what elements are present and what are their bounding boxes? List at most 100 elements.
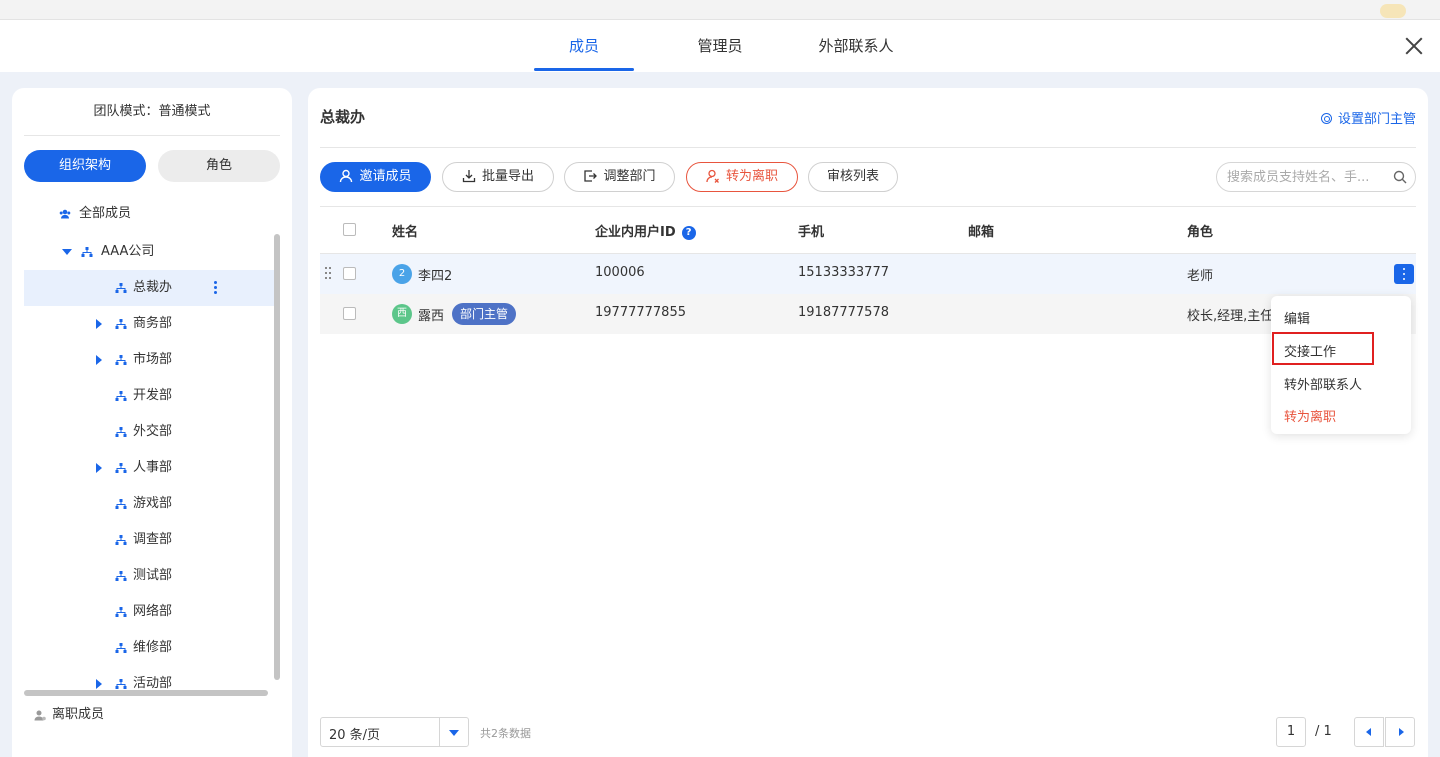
select-all-checkbox[interactable]	[343, 223, 356, 236]
avatar: 2	[392, 264, 412, 284]
header-tabs: 成员 管理员 外部联系人	[0, 20, 1440, 72]
org-icon	[115, 319, 127, 329]
vertical-scrollbar[interactable]	[274, 234, 280, 680]
search-icon[interactable]	[1393, 170, 1407, 184]
row-checkbox[interactable]	[343, 267, 356, 280]
team-mode-label: 团队模式：普通模式	[24, 88, 280, 136]
tree-item-dept[interactable]: 外交部	[24, 414, 274, 450]
tree-label: 调查部	[133, 532, 173, 547]
table-row[interactable]: 2 李四2 100006 15133333777 老师	[320, 254, 1416, 294]
tree-label: 活动部	[133, 676, 173, 690]
move-icon	[584, 170, 598, 182]
col-header-uid-label: 企业内用户ID	[595, 225, 676, 240]
page-total: / 1	[1315, 724, 1332, 739]
search-input[interactable]	[1227, 167, 1387, 187]
expand-arrow-icon[interactable]	[96, 679, 102, 689]
review-list-button[interactable]: 审核列表	[808, 162, 898, 192]
tree-label: 网络部	[133, 604, 173, 619]
next-page-button[interactable]	[1385, 717, 1415, 747]
tree-item-dept[interactable]: 网络部	[24, 594, 274, 630]
to-resign-button[interactable]: 转为离职	[686, 162, 798, 192]
dept-head-badge: 部门主管	[452, 303, 517, 325]
page-number-input[interactable]: 1	[1276, 717, 1306, 747]
collapse-arrow-icon[interactable]	[62, 249, 72, 255]
menu-item-to-resign[interactable]: 转为离职	[1284, 406, 1336, 425]
tree-label: 人事部	[133, 460, 173, 475]
chevron-down-icon[interactable]	[439, 718, 469, 746]
tree-label: 商务部	[133, 316, 173, 331]
group-icon	[59, 209, 71, 219]
left-members-item[interactable]: 离职成员	[34, 704, 104, 726]
tree-item-dept[interactable]: 游戏部	[24, 486, 274, 522]
tab-external-contacts[interactable]: 外部联系人	[800, 20, 912, 72]
set-dept-head-label: 设置部门主管	[1337, 112, 1416, 127]
tree-item-dept[interactable]: 测试部	[24, 558, 274, 594]
browser-top-strip	[0, 0, 1440, 20]
org-icon	[115, 427, 127, 437]
tree-item-dept[interactable]: 人事部	[24, 450, 274, 486]
expand-arrow-icon[interactable]	[96, 319, 102, 329]
invite-member-label: 邀请成员	[359, 169, 412, 184]
col-header-uid: 企业内用户ID?	[595, 221, 696, 240]
tree-label: AAA公司	[101, 244, 155, 259]
col-header-email: 邮箱	[968, 225, 995, 240]
batch-export-button[interactable]: 批量导出	[442, 162, 554, 192]
tree-item-dept[interactable]: 开发部	[24, 378, 274, 414]
expand-arrow-icon[interactable]	[96, 463, 102, 473]
row-more-button[interactable]	[1394, 264, 1414, 284]
batch-export-label: 批量导出	[481, 169, 534, 184]
seg-org-structure[interactable]: 组织架构	[24, 150, 146, 182]
org-icon	[115, 391, 127, 401]
table-row[interactable]: 西 露西 部门主管 19777777855 19187777578 校长,经理,…	[320, 294, 1416, 334]
seg-role[interactable]: 角色	[158, 150, 280, 182]
page-size-select[interactable]: 20 条/页	[320, 717, 469, 747]
avatar: 西	[392, 304, 412, 324]
tree-item-dept[interactable]: 调查部	[24, 522, 274, 558]
expand-arrow-icon[interactable]	[96, 355, 102, 365]
tree-item-dept[interactable]: 维修部	[24, 630, 274, 666]
person-remove-icon	[706, 169, 719, 183]
tree-item-all-members[interactable]: 全部成员	[24, 196, 274, 232]
menu-item-to-external[interactable]: 转外部联系人	[1284, 374, 1362, 393]
tree-label: 开发部	[133, 388, 173, 403]
member-role: 校长,经理,主任	[1187, 309, 1274, 324]
member-role: 老师	[1187, 269, 1214, 284]
download-icon	[462, 170, 476, 183]
tree-label: 总裁办	[133, 280, 173, 295]
horizontal-scrollbar[interactable]	[24, 690, 268, 696]
tree-item-company[interactable]: AAA公司	[24, 234, 274, 270]
org-icon	[81, 247, 93, 257]
total-count: 共2条数据	[480, 727, 531, 740]
adjust-dept-button[interactable]: 调整部门	[564, 162, 675, 192]
set-dept-head-link[interactable]: 设置部门主管	[1320, 108, 1416, 127]
tree-label: 测试部	[133, 568, 173, 583]
tab-admins[interactable]: 管理员	[670, 20, 770, 72]
invite-member-button[interactable]: 邀请成员	[320, 162, 431, 192]
tree-label: 外交部	[133, 424, 173, 439]
prev-page-button[interactable]	[1354, 717, 1384, 747]
member-name: 李四2	[418, 269, 453, 284]
drag-handle-icon[interactable]	[325, 267, 331, 281]
sidebar: 团队模式：普通模式 组织架构 角色 全部成员 AAA公司 总裁办 商务部 市场部…	[12, 88, 292, 757]
menu-item-edit[interactable]: 编辑	[1284, 308, 1310, 327]
page-title: 总裁办	[320, 108, 366, 126]
tree-item-dept-zongcaiban[interactable]: 总裁办	[24, 270, 274, 306]
member-phone: 15133333777	[798, 265, 889, 280]
row-checkbox[interactable]	[343, 307, 356, 320]
close-icon[interactable]	[1402, 34, 1426, 58]
menu-item-handover[interactable]: 交接工作	[1284, 341, 1336, 360]
tab-members[interactable]: 成员	[534, 20, 634, 72]
help-icon[interactable]: ?	[681, 226, 696, 240]
more-vertical-icon[interactable]	[214, 281, 218, 295]
main-panel: 总裁办 设置部门主管 邀请成员 批量导出 调整部门 转为离职 审核列表 姓名 企…	[308, 88, 1428, 757]
tree-item-dept[interactable]: 商务部	[24, 306, 274, 342]
divider	[320, 147, 1416, 148]
tree-label: 全部成员	[79, 206, 132, 221]
tree-item-dept[interactable]: 市场部	[24, 342, 274, 378]
active-tab-indicator	[534, 68, 634, 71]
org-icon	[115, 463, 127, 473]
row-action-menu: 编辑 交接工作 转外部联系人 转为离职	[1271, 296, 1411, 434]
tree-item-dept[interactable]: 活动部	[24, 666, 274, 690]
col-header-role: 角色	[1187, 225, 1214, 240]
to-resign-label: 转为离职	[725, 169, 778, 184]
